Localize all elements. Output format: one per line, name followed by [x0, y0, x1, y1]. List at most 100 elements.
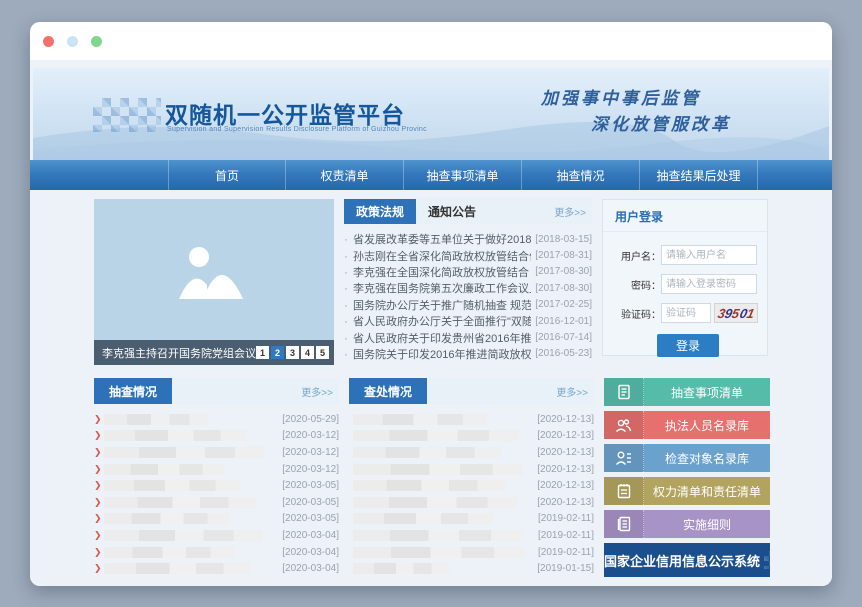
investigation-item[interactable]: [2020-12-13] — [349, 411, 594, 428]
bullet-icon: · — [344, 298, 353, 312]
quick-link-implementation-rules[interactable]: 实施细则 — [604, 510, 770, 538]
redacted-text — [353, 430, 519, 441]
investigation-item[interactable]: [2020-12-13] — [349, 477, 594, 494]
arrow-icon — [94, 547, 104, 558]
news-item[interactable]: ·国务院关于印发2016年推进简政放权 放管结合优...[2016-05-23] — [344, 346, 592, 362]
spot-check-item[interactable]: [2020-03-12] — [94, 428, 339, 445]
tab-notices[interactable]: 通知公告 — [416, 199, 488, 224]
nav-item-inspection-status[interactable]: 抽查情况 — [522, 160, 640, 190]
close-window-icon[interactable] — [43, 36, 54, 47]
maximize-window-icon[interactable] — [91, 36, 102, 47]
investigation-item[interactable]: [2019-02-11] — [349, 527, 594, 544]
news-date: [2016-05-23] — [531, 348, 592, 359]
news-item[interactable]: ·省发展改革委等五单位关于做好2018年"双随机一...[2018-03-15] — [344, 231, 592, 247]
quick-link-national-credit-system[interactable]: 国家企业信用信息公示系统 — [604, 543, 770, 577]
news-date: [2016-07-14] — [531, 332, 592, 343]
news-item[interactable]: ·省人民政府办公厅关于全面推行"双随机一公开"监...[2016-12-01] — [344, 313, 592, 329]
nav-item-inspection-items[interactable]: 抽查事项清单 — [404, 160, 522, 190]
username-input[interactable] — [661, 245, 757, 265]
news-carousel[interactable]: 李克强主持召开国务院党组会议 1 2 3 4 5 — [94, 199, 334, 365]
news-date: [2017-08-30] — [531, 266, 592, 277]
minimize-window-icon[interactable] — [67, 36, 78, 47]
nav-item-home[interactable]: 首页 — [168, 160, 286, 190]
slogan-line1: 加强事中事后监管 — [541, 84, 701, 109]
nav-item-post-results[interactable]: 抽查结果后处理 — [640, 160, 758, 190]
nav-item-power-list[interactable]: 权责清单 — [286, 160, 404, 190]
news-date: [2018-03-15] — [531, 234, 592, 245]
carousel-caption[interactable]: 李克强主持召开国务院党组会议 — [102, 345, 256, 361]
redacted-text — [104, 497, 256, 508]
investigation-item[interactable]: [2019-02-11] — [349, 511, 594, 528]
investigation-title[interactable]: 查处情况 — [349, 378, 427, 404]
investigation-list: [2020-12-13] [2020-12-13] [2020-12-13] [… — [349, 411, 594, 577]
login-title: 用户登录 — [603, 200, 767, 232]
spot-check-item[interactable]: [2020-03-05] — [94, 511, 339, 528]
redacted-text — [353, 547, 525, 558]
redacted-text — [104, 414, 208, 425]
arrow-icon — [94, 513, 104, 524]
quick-link-power-responsibility-lists[interactable]: 权力清单和责任清单 — [604, 477, 770, 505]
spot-check-item[interactable]: [2020-03-12] — [94, 444, 339, 461]
captcha-image[interactable]: 39501 — [714, 303, 758, 323]
news-item[interactable]: ·孙志刚在全省深化简政放权放管结合优化服务改...[2017-08-31] — [344, 247, 592, 263]
news-item[interactable]: ·省人民政府关于印发贵州省2016年推进简政放权...[2016-07-14] — [344, 329, 592, 345]
redacted-text — [353, 447, 501, 458]
username-label: 用户名： — [611, 248, 661, 263]
spot-check-item[interactable]: [2020-03-12] — [94, 461, 339, 478]
login-button[interactable]: 登录 — [657, 334, 719, 357]
investigation-more-link[interactable]: 更多>> — [556, 378, 594, 404]
quick-link-enforcement-personnel[interactable]: 执法人员名录库 — [604, 411, 770, 439]
carousel-caption-bar: 李克强主持召开国务院党组会议 1 2 3 4 5 — [94, 340, 334, 365]
investigation-item[interactable]: [2020-12-13] — [349, 428, 594, 445]
spot-check-item[interactable]: [2020-03-05] — [94, 494, 339, 511]
clipboard-icon — [604, 477, 644, 505]
news-date: [2017-08-30] — [531, 283, 592, 294]
news-item[interactable]: ·李克强在全国深化简政放权放管结合 优化服务改...[2017-08-30] — [344, 264, 592, 280]
news-list: ·省发展改革委等五单位关于做好2018年"双随机一...[2018-03-15]… — [344, 231, 592, 362]
password-input[interactable] — [661, 274, 757, 294]
slogan-line2: 深化放管服改革 — [591, 110, 731, 135]
document-list-icon — [604, 378, 644, 406]
redacted-text — [104, 464, 224, 475]
redacted-text — [353, 414, 487, 425]
news-date: [2016-12-01] — [531, 316, 592, 327]
news-more-link[interactable]: 更多>> — [554, 199, 592, 224]
browser-window: 双随机一公开监管平台 Supervision and Supervision R… — [30, 22, 832, 586]
investigation-item[interactable]: [2020-12-13] — [349, 444, 594, 461]
investigation-item[interactable]: [2020-12-13] — [349, 461, 594, 478]
arrow-icon — [94, 480, 104, 491]
spot-check-item[interactable]: [2020-03-04] — [94, 560, 339, 577]
carousel-page-2-active[interactable]: 2 — [271, 346, 284, 359]
login-panel: 用户登录 用户名： 密码： 验证码： 39501 — [602, 199, 768, 356]
carousel-page-3[interactable]: 3 — [286, 346, 299, 359]
spot-check-title[interactable]: 抽查情况 — [94, 378, 172, 404]
news-item[interactable]: ·国务院办公厅关于推广随机抽查 规范事中事后监...[2017-02-25] — [344, 297, 592, 313]
captcha-label: 验证码： — [611, 306, 661, 321]
redacted-text — [353, 497, 517, 508]
investigation-item[interactable]: [2019-02-11] — [349, 544, 594, 561]
spot-check-item[interactable]: [2020-03-04] — [94, 544, 339, 561]
redacted-pixels — [764, 551, 770, 569]
spot-check-item[interactable]: [2020-03-04] — [94, 527, 339, 544]
spot-check-list: [2020-05-29] [2020-03-12] [2020-03-12] [… — [94, 411, 339, 577]
spot-check-more-link[interactable]: 更多>> — [301, 378, 339, 404]
content: 李克强主持召开国务院党组会议 1 2 3 4 5 政策法规 — [30, 190, 832, 577]
investigation-item[interactable]: [2020-12-13] — [349, 494, 594, 511]
carousel-page-5[interactable]: 5 — [316, 346, 329, 359]
bullet-icon: · — [344, 347, 353, 361]
investigation-item[interactable]: [2019-01-15] — [349, 560, 594, 577]
carousel-pager: 1 2 3 4 5 — [256, 346, 329, 359]
arrow-icon — [94, 563, 104, 574]
spot-check-item[interactable]: [2020-03-05] — [94, 477, 339, 494]
person-list-icon — [604, 444, 644, 472]
quick-link-inspection-targets[interactable]: 检查对象名录库 — [604, 444, 770, 472]
carousel-page-1[interactable]: 1 — [256, 346, 269, 359]
captcha-input[interactable] — [661, 303, 711, 323]
main-nav: 首页 权责清单 抽查事项清单 抽查情况 抽查结果后处理 — [30, 160, 832, 190]
spot-check-item[interactable]: [2020-05-29] — [94, 411, 339, 428]
carousel-page-4[interactable]: 4 — [301, 346, 314, 359]
news-item[interactable]: ·李克强在国务院第五次廉政工作会议上的讲话[2017-08-30] — [344, 280, 592, 296]
quick-link-inspection-items[interactable]: 抽查事项清单 — [604, 378, 770, 406]
tab-policies[interactable]: 政策法规 — [344, 199, 416, 224]
people-icon — [604, 411, 644, 439]
